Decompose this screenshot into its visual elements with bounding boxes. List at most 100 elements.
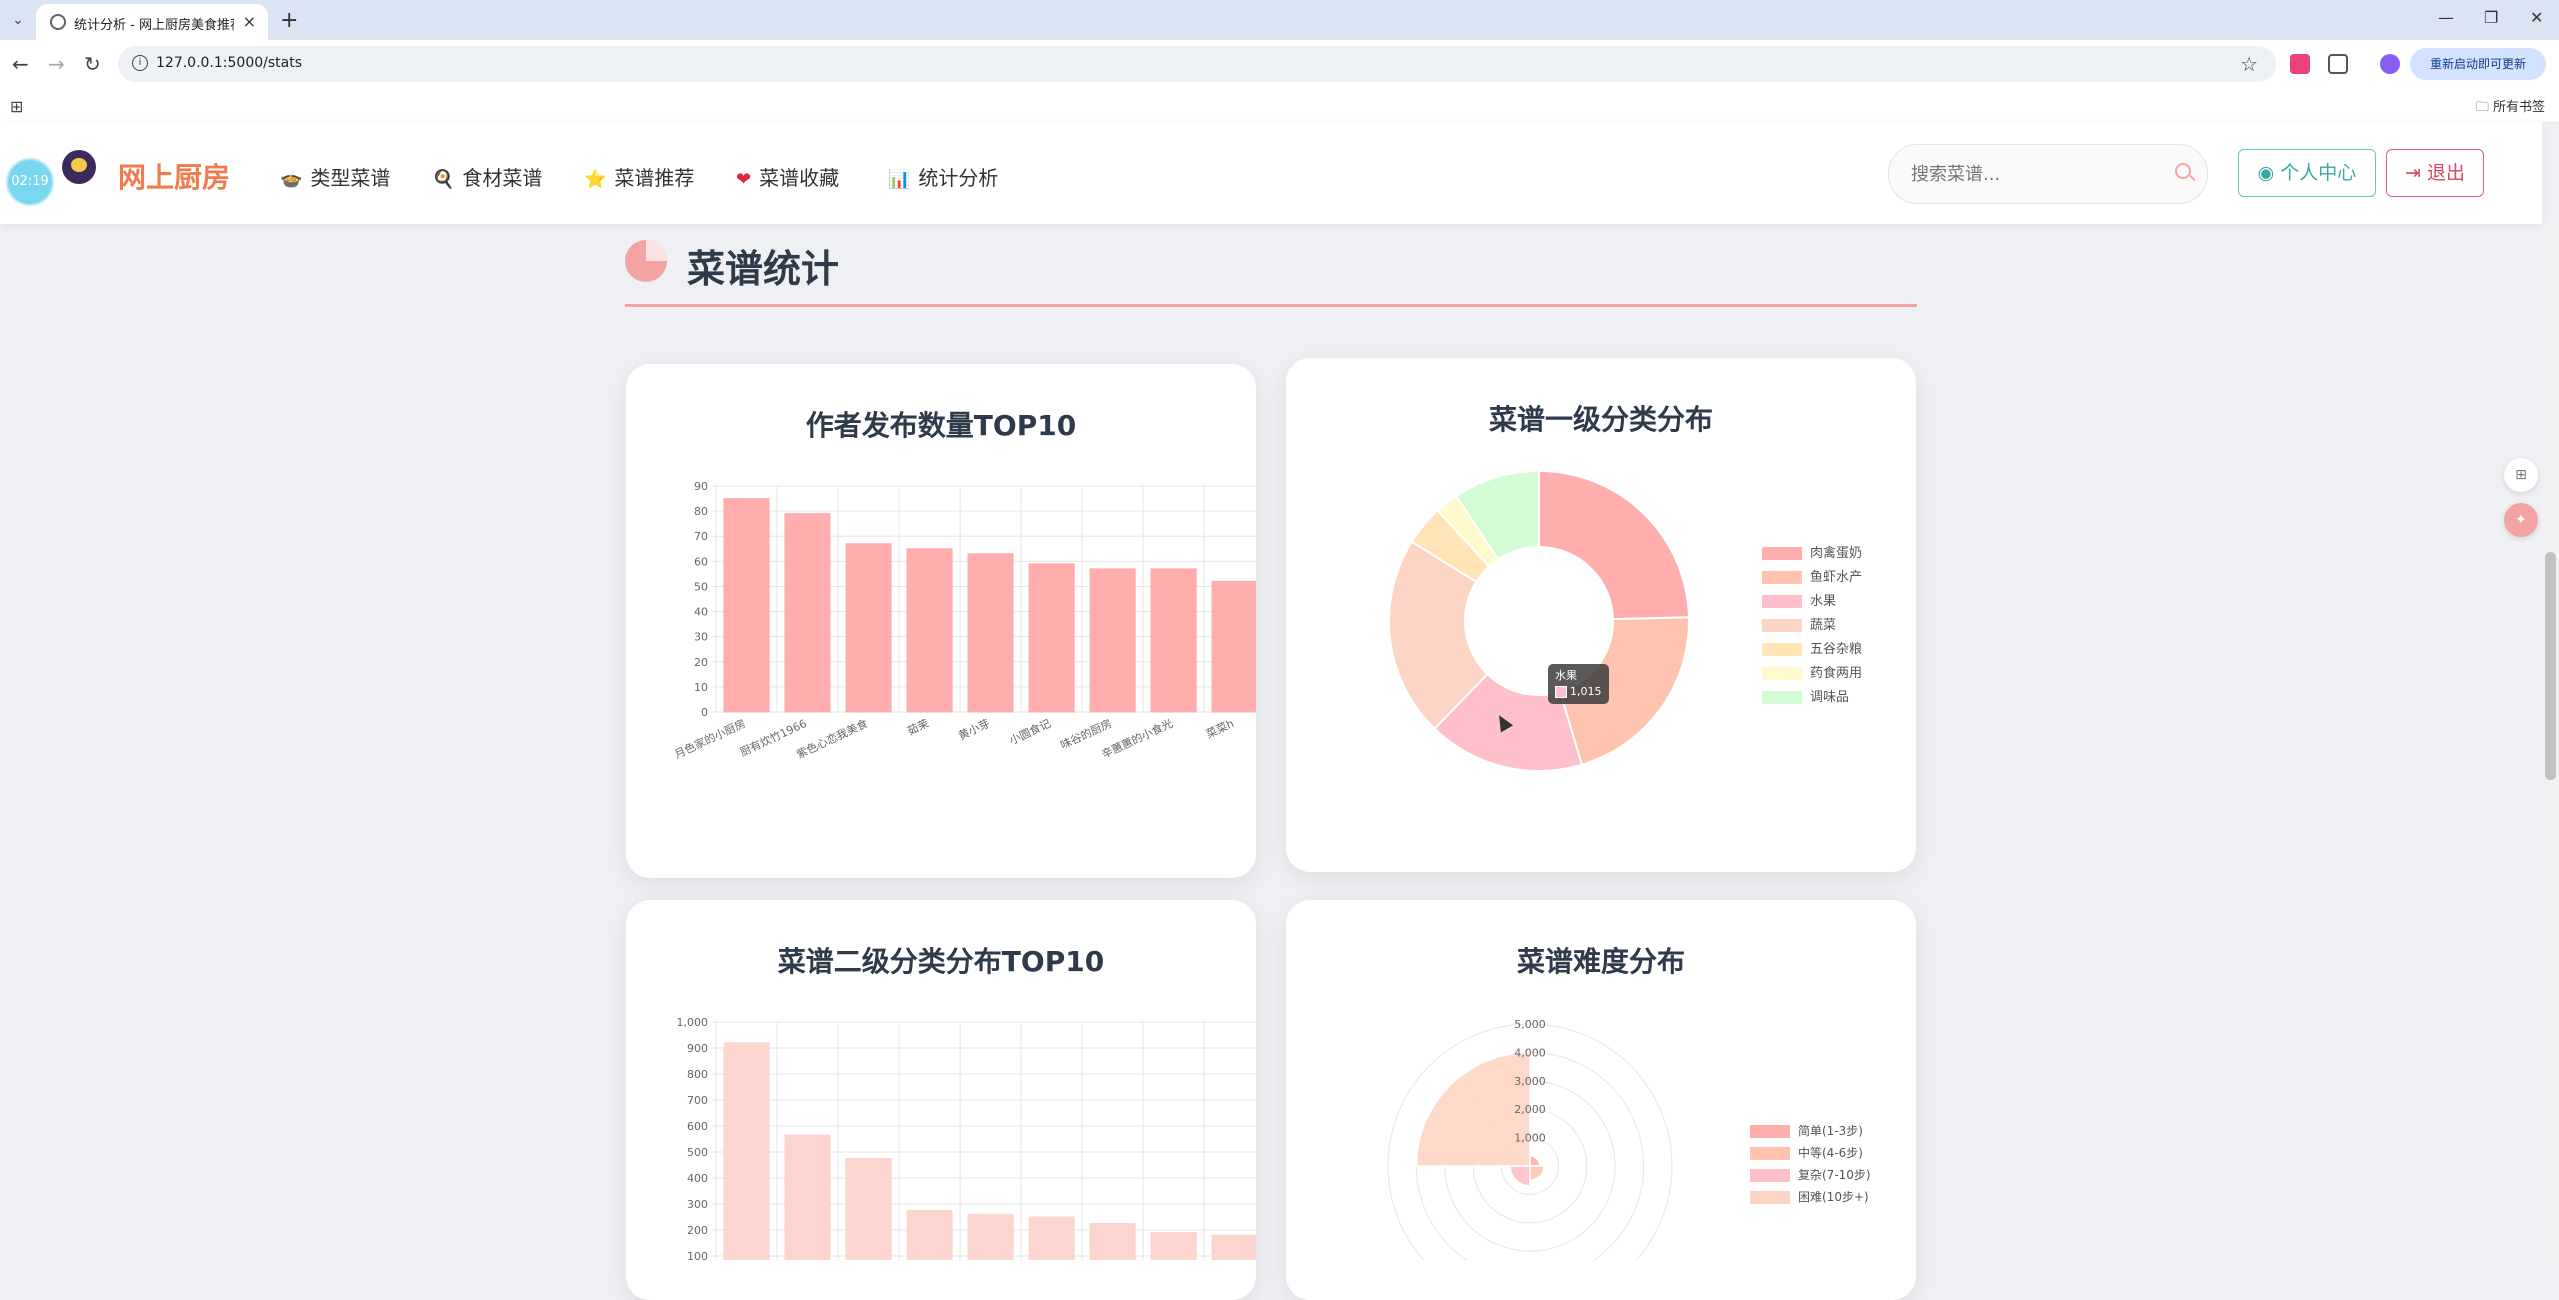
legend-swatch (1762, 667, 1802, 680)
all-bookmarks-button[interactable]: 🗀 所有书签 (2476, 96, 2545, 120)
y-tick-label: 300 (687, 1198, 708, 1211)
y-tick-label: 90 (694, 480, 708, 493)
tooltip-label: 水果 (1555, 669, 1577, 682)
minimize-icon[interactable]: — (2438, 8, 2454, 27)
nav-label: 食材菜谱 (462, 166, 543, 190)
x-tick-label: 小圆食记 (1007, 716, 1053, 747)
site-logo[interactable]: 网上厨房 (118, 156, 230, 196)
bar (784, 513, 831, 713)
y-tick-label: 800 (687, 1068, 708, 1081)
radial-tick-label: 1,000 (1514, 1132, 1546, 1145)
bar (1150, 1232, 1197, 1260)
logo-icon[interactable] (62, 150, 96, 184)
radial-tick-label: 5,000 (1514, 1018, 1546, 1031)
browser-tab-active[interactable]: 统计分析 - 网上厨房美食推荐系 × (36, 4, 268, 40)
y-tick-label: 20 (694, 656, 708, 669)
close-window-icon[interactable]: ✕ (2530, 8, 2543, 27)
tooltip-value: 1,015 (1570, 685, 1602, 698)
legend-label: 药食两用 (1810, 666, 1863, 681)
nav-type-recipes[interactable]: 🍲 类型菜谱 (280, 162, 390, 191)
subcategory-chart-card: 菜谱二级分类分布TOP10 100 200 300 400 500 600 700 800 90… (626, 900, 1256, 1300)
polar-segment (1529, 1165, 1545, 1181)
restore-icon[interactable]: ❐ (2484, 8, 2498, 27)
user-icon: ◉ (2257, 162, 2281, 184)
nav-favorites[interactable]: ❤ 菜谱收藏 (736, 162, 839, 191)
close-tab-icon[interactable]: × (243, 12, 256, 31)
legend-item[interactable]: 药食两用 (1762, 662, 1862, 681)
search-input[interactable] (1909, 157, 2153, 191)
legend-swatch (1762, 643, 1802, 656)
extension-icon[interactable] (2290, 54, 2310, 74)
polar-segment (1415, 1051, 1531, 1167)
reload-icon[interactable]: ↻ (84, 52, 101, 76)
legend-swatch (1750, 1147, 1790, 1160)
search-icon[interactable] (2175, 163, 2191, 179)
nav-label: 统计分析 (918, 166, 999, 190)
sidebar-grid-icon[interactable]: ⊞ (2504, 458, 2538, 492)
y-tick-label: 400 (687, 1172, 708, 1185)
legend-swatch (1762, 595, 1802, 608)
legend-item[interactable]: 中等(4-6步) (1750, 1144, 1863, 1161)
bar (723, 1042, 770, 1260)
bookmark-star-icon[interactable]: ☆ (2240, 52, 2258, 76)
legend-item[interactable]: 蔬菜 (1762, 614, 1836, 633)
update-button[interactable]: 重新启动即可更新 (2410, 48, 2546, 80)
nav-stats[interactable]: 📊 统计分析 (888, 162, 998, 191)
legend-label: 肉禽蛋奶 (1810, 546, 1863, 561)
author-bar-chart: 0102030405060708090月色家的小厨房厨有炊竹1966紫色心恋我美… (672, 480, 1256, 761)
tab-title: 统计分析 - 网上厨房美食推荐系 (74, 18, 234, 33)
browser-tab-bar: ⌄ 统计分析 - 网上厨房美食推荐系 × + — ❐ ✕ (0, 0, 2559, 40)
folder-icon: 🗀 (2475, 100, 2493, 115)
legend-item[interactable]: 五谷杂粮 (1762, 638, 1862, 657)
scrollbar-thumb[interactable] (2545, 552, 2556, 780)
browser-toolbar: ← → ↻ i 127.0.0.1:5000/stats ☆ 重新启动即可更新 (0, 40, 2559, 88)
tab-list-icon[interactable]: ⌄ (8, 10, 28, 30)
apps-grid-icon[interactable]: ⊞ (10, 97, 23, 116)
forward-icon[interactable]: → (48, 52, 65, 76)
y-tick-label: 100 (687, 1250, 708, 1260)
y-tick-label: 700 (687, 1094, 708, 1107)
legend-label: 蔬菜 (1810, 618, 1837, 633)
legend-item[interactable]: 肉禽蛋奶 (1762, 542, 1862, 561)
bar (1089, 568, 1136, 713)
legend-label: 困难(10步+) (1798, 1190, 1869, 1204)
legend-label: 复杂(7-10步) (1798, 1168, 1871, 1182)
y-tick-label: 0 (701, 706, 708, 719)
nav-ingredient-recipes[interactable]: 🍳 食材菜谱 (432, 162, 542, 191)
legend-label: 中等(4-6步) (1798, 1146, 1863, 1160)
address-bar[interactable]: i 127.0.0.1:5000/stats ☆ (118, 46, 2276, 82)
new-tab-icon[interactable]: + (280, 8, 298, 33)
legend-label: 简单(1-3步) (1798, 1124, 1863, 1138)
legend-item[interactable]: 复杂(7-10步) (1750, 1166, 1871, 1183)
legend-item[interactable]: 调味品 (1762, 686, 1849, 705)
legend-item[interactable]: 鱼虾水产 (1762, 566, 1862, 585)
bar (845, 1158, 892, 1260)
nav-label: 菜谱收藏 (759, 166, 840, 190)
user-center-button[interactable]: ◉ 个人中心 (2238, 149, 2376, 197)
back-icon[interactable]: ← (12, 52, 29, 76)
nav-recommend[interactable]: ⭐ 菜谱推荐 (584, 162, 694, 191)
legend-item[interactable]: 困难(10步+) (1750, 1188, 1869, 1205)
site-info-icon[interactable]: i (132, 55, 148, 71)
legend-swatch (1762, 619, 1802, 632)
bar (1028, 1216, 1075, 1260)
legend-swatch (1750, 1125, 1790, 1138)
legend-label: 水果 (1810, 594, 1837, 609)
x-tick-label: 黄小芽 (956, 716, 992, 743)
y-tick-label: 80 (694, 505, 708, 518)
y-tick-label: 200 (687, 1224, 708, 1237)
difficulty-polar-chart: 1,000 2,000 3,000 4,000 5,000 (1387, 1018, 1673, 1260)
legend-item[interactable]: 水果 (1762, 590, 1836, 609)
logout-button[interactable]: ⇥ 退出 (2386, 149, 2484, 197)
bar (967, 553, 1014, 713)
doughnut-slice (1538, 469, 1690, 621)
y-tick-label: 70 (694, 530, 708, 543)
profile-avatar-icon[interactable] (2380, 54, 2400, 74)
bar (1211, 580, 1256, 713)
legend-swatch (1762, 691, 1802, 704)
legend-item[interactable]: 简单(1-3步) (1750, 1122, 1863, 1139)
translate-icon[interactable]: ✦ (2504, 503, 2538, 537)
legend-swatch (1750, 1191, 1790, 1204)
extensions-puzzle-icon[interactable] (2328, 54, 2348, 74)
radial-tick-label: 2,000 (1514, 1103, 1546, 1116)
